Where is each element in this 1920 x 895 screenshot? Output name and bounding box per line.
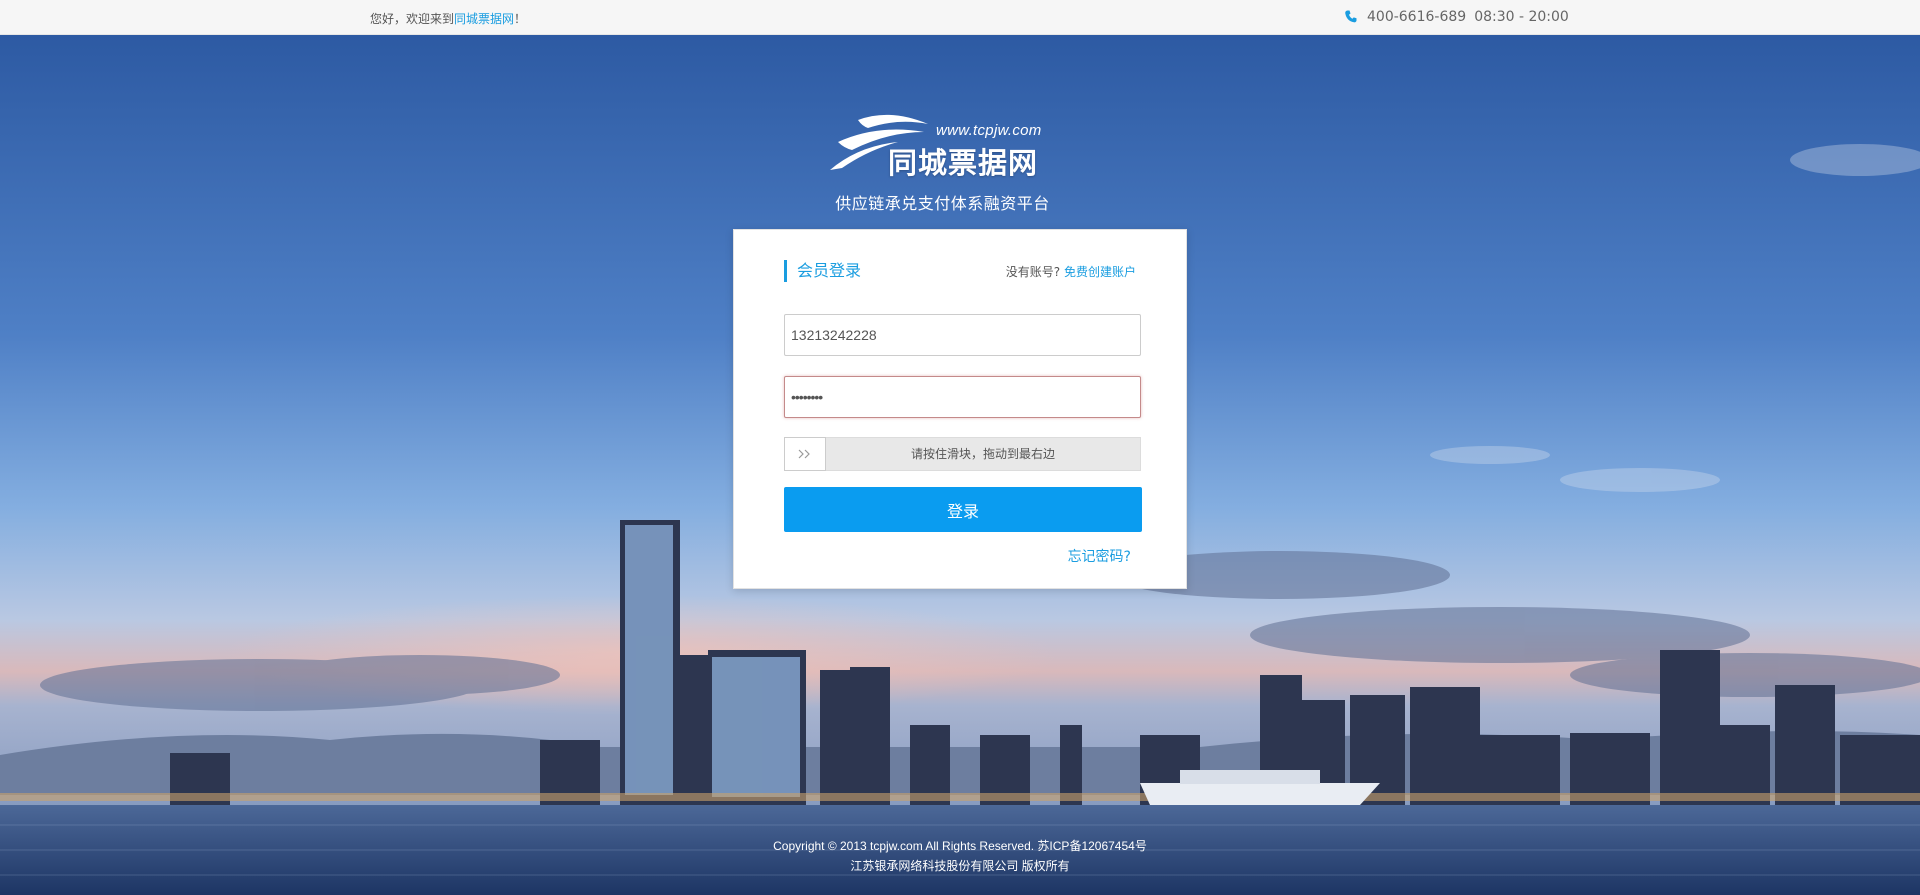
forgot-password-link[interactable]: 忘记密码? [1068, 546, 1131, 566]
signup-prompt-text: 没有账号? [1005, 265, 1061, 279]
signup-prompt: 没有账号? 免费创建账户 [1006, 263, 1136, 280]
top-bar: 您好，欢迎来到同城票据网！ 400-6616-689 08:30 - 20:00 [0, 0, 1920, 35]
slider-handle[interactable] [784, 437, 826, 471]
site-home-link[interactable]: 同城票据网 [454, 12, 514, 26]
username-input[interactable] [784, 314, 1141, 356]
brand-tagline: 供应链承兑支付体系融资平台 [835, 194, 1050, 213]
brand-url: www.tcpjw.com [936, 122, 1042, 139]
phone-number: 400-6616-689 [1367, 9, 1467, 25]
login-button[interactable]: 登录 [784, 487, 1142, 532]
create-account-link[interactable]: 免费创建账户 [1064, 265, 1136, 279]
contact-info: 400-6616-689 08:30 - 20:00 [1345, 9, 1569, 25]
brand-logo[interactable]: www.tcpjw.com 同城票据网 [828, 112, 1058, 182]
footer: Copyright © 2013 tcpjw.com All Rights Re… [0, 836, 1920, 876]
copyright-text: Copyright © 2013 tcpjw.com All Rights Re… [773, 839, 1147, 853]
welcome-suffix: ！ [514, 12, 527, 26]
login-title: 会员登录 [784, 260, 861, 282]
welcome-text: 您好，欢迎来到同城票据网！ [370, 10, 526, 27]
phone-icon [1345, 10, 1357, 23]
slider-hint: 请按住滑块，拖动到最右边 [910, 447, 1055, 461]
slide-verification[interactable]: 请按住滑块，拖动到最右边 [784, 437, 1141, 471]
service-hours: 08:30 - 20:00 [1474, 9, 1569, 25]
login-card: 会员登录 没有账号? 免费创建账户 请按住滑块，拖动到最右边 登录 忘记密码? [733, 229, 1187, 589]
password-input[interactable] [784, 376, 1141, 418]
welcome-prefix: 您好，欢迎来到 [370, 12, 455, 26]
double-chevron-right-icon [798, 449, 810, 459]
company-text: 江苏银承网络科技股份有限公司 版权所有 [850, 859, 1070, 873]
brand-name: 同城票据网 [888, 146, 1039, 180]
